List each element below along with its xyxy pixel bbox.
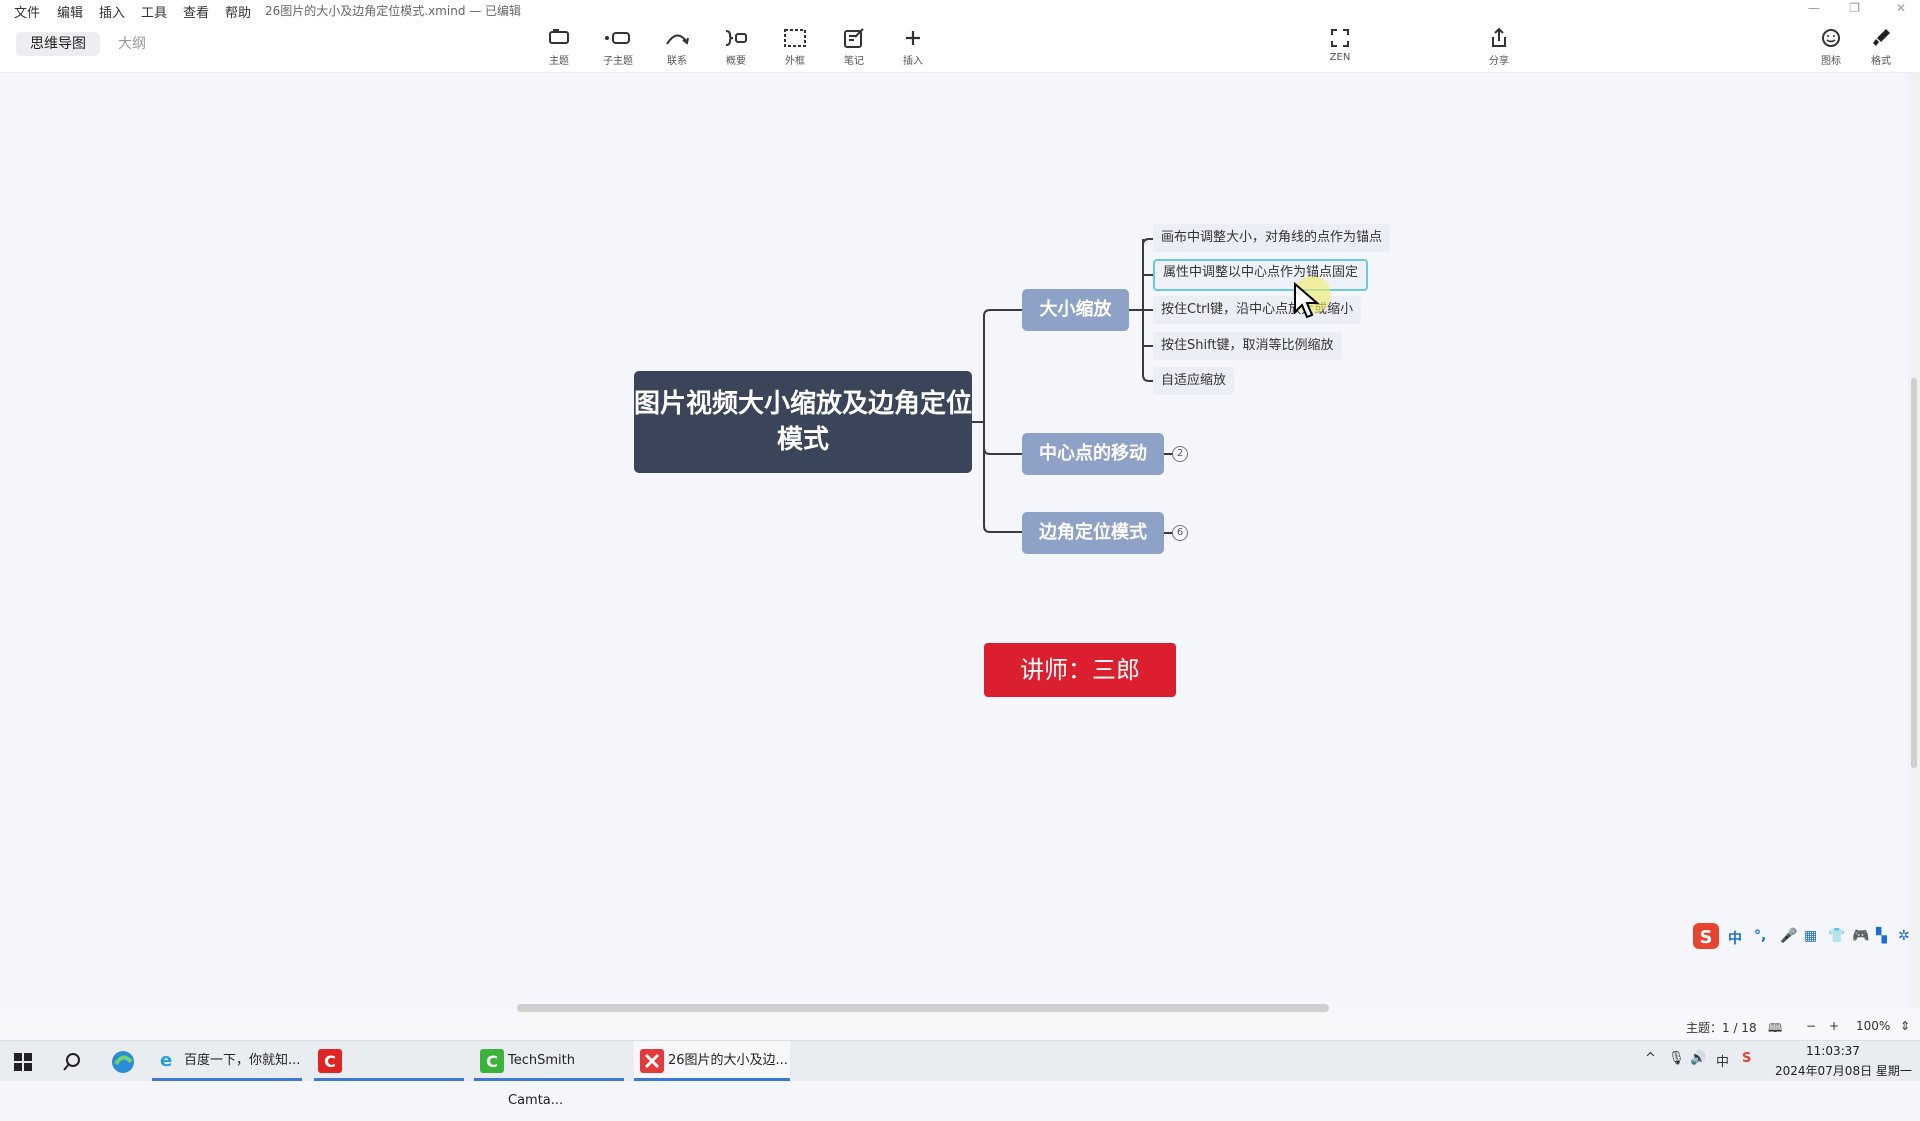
taskbar-browser[interactable]: e 百度一下，你就知... — [152, 1041, 302, 1081]
clock-time[interactable]: 11:03:37 — [1806, 1044, 1860, 1058]
ime-punctuation[interactable]: °, — [1754, 928, 1766, 944]
topic-count: 主题：1 / 18 — [1686, 1021, 1757, 1035]
vertical-scrollbar[interactable] — [1908, 73, 1920, 1008]
taskbar-camtasia-recorder[interactable]: C — [314, 1041, 464, 1081]
branch-size-scaling[interactable]: 大小缩放 — [1022, 289, 1129, 331]
sogou-logo-icon[interactable]: S — [1692, 922, 1720, 950]
taskbar-camtasia-label: TechSmith Camta... — [508, 1053, 575, 1108]
ie-icon: e — [160, 1050, 173, 1071]
tray-microphone-icon[interactable]: 🎙 — [1668, 1051, 1685, 1066]
connector-lines — [972, 238, 1173, 534]
keyboard-icon[interactable]: ▦ — [1804, 928, 1817, 944]
search-icon[interactable] — [62, 1052, 82, 1072]
svg-text:S: S — [1700, 927, 1713, 948]
toolbox-icon[interactable]: ▚ — [1876, 928, 1887, 944]
tray-expand-icon[interactable]: ^ — [1645, 1051, 1656, 1066]
status-bar: 主题：1 / 18 🕮 − + 100% ⇕ — [0, 1014, 1920, 1038]
svg-text:C: C — [324, 1052, 336, 1071]
central-topic-label: 图片视频大小缩放及边角定位模式 — [634, 389, 973, 455]
taskbar-xmind[interactable]: 26图片的大小及边... — [634, 1041, 790, 1081]
zoom-stepper-icon[interactable]: ⇕ — [1900, 1019, 1910, 1033]
ime-toolbar: S 中 °, 🎤 ▦ 👕 🎮 ▚ ✲ — [1692, 920, 1920, 954]
xmind-icon — [640, 1049, 664, 1073]
taskbar: e 百度一下，你就知... C C TechSmith Camta... 26图… — [0, 1040, 1920, 1108]
tray-sogou-icon[interactable]: S — [1742, 1051, 1751, 1066]
taskbar-browser-label: 百度一下，你就知... — [184, 1053, 301, 1068]
map-icon[interactable]: 🕮 — [1768, 1019, 1782, 1040]
windows-start-icon[interactable] — [14, 1053, 32, 1071]
branch-corner-positioning[interactable]: 边角定位模式 — [1022, 512, 1164, 554]
zoom-in-icon[interactable]: + — [1829, 1019, 1839, 1033]
volume-icon[interactable]: 🔊 — [1690, 1051, 1706, 1066]
tray-ime-indicator[interactable]: 中 — [1716, 1051, 1729, 1070]
vertical-scroll-thumb[interactable] — [1911, 378, 1917, 768]
collapsed-count-badge[interactable]: 2 — [1172, 446, 1188, 462]
subtopic-auto-fit[interactable]: 自适应缩放 — [1153, 367, 1235, 395]
microphone-icon[interactable]: 🎤 — [1780, 928, 1797, 944]
horizontal-scrollbar[interactable] — [0, 1000, 1908, 1014]
svg-text:C: C — [486, 1052, 498, 1071]
clock-date[interactable]: 2024年07月08日 星期一 — [1775, 1062, 1912, 1079]
edge-dev-icon[interactable] — [110, 1049, 136, 1075]
taskbar-camtasia[interactable]: C TechSmith Camta... — [474, 1041, 624, 1108]
central-topic[interactable]: 图片视频大小缩放及边角定位模式 — [634, 371, 972, 473]
taskbar-xmind-label: 26图片的大小及边... — [668, 1053, 788, 1068]
game-icon[interactable]: 🎮 — [1852, 928, 1869, 944]
floating-topic-teacher[interactable]: 讲师：三郎 — [984, 643, 1176, 697]
subtopic-property-resize[interactable]: 属性中调整以中心点作为锚点固定 — [1153, 259, 1369, 291]
camtasia-recorder-icon: C — [318, 1049, 342, 1073]
zoom-level[interactable]: 100% — [1856, 1019, 1890, 1033]
zoom-out-icon[interactable]: − — [1806, 1019, 1816, 1033]
settings-icon[interactable]: ✲ — [1898, 928, 1910, 944]
skin-icon[interactable]: 👕 — [1828, 928, 1845, 944]
ime-mode[interactable]: 中 — [1728, 928, 1742, 948]
mouse-cursor-icon — [1294, 282, 1320, 319]
horizontal-scroll-thumb[interactable] — [517, 1004, 1329, 1012]
collapsed-count-badge[interactable]: 6 — [1172, 525, 1188, 541]
subtopic-canvas-resize[interactable]: 画布中调整大小，对角线的点作为锚点 — [1153, 224, 1391, 252]
subtopic-shift-scale[interactable]: 按住Shift键，取消等比例缩放 — [1153, 332, 1342, 360]
branch-center-point-move[interactable]: 中心点的移动 — [1022, 433, 1164, 475]
camtasia-icon: C — [480, 1049, 504, 1073]
